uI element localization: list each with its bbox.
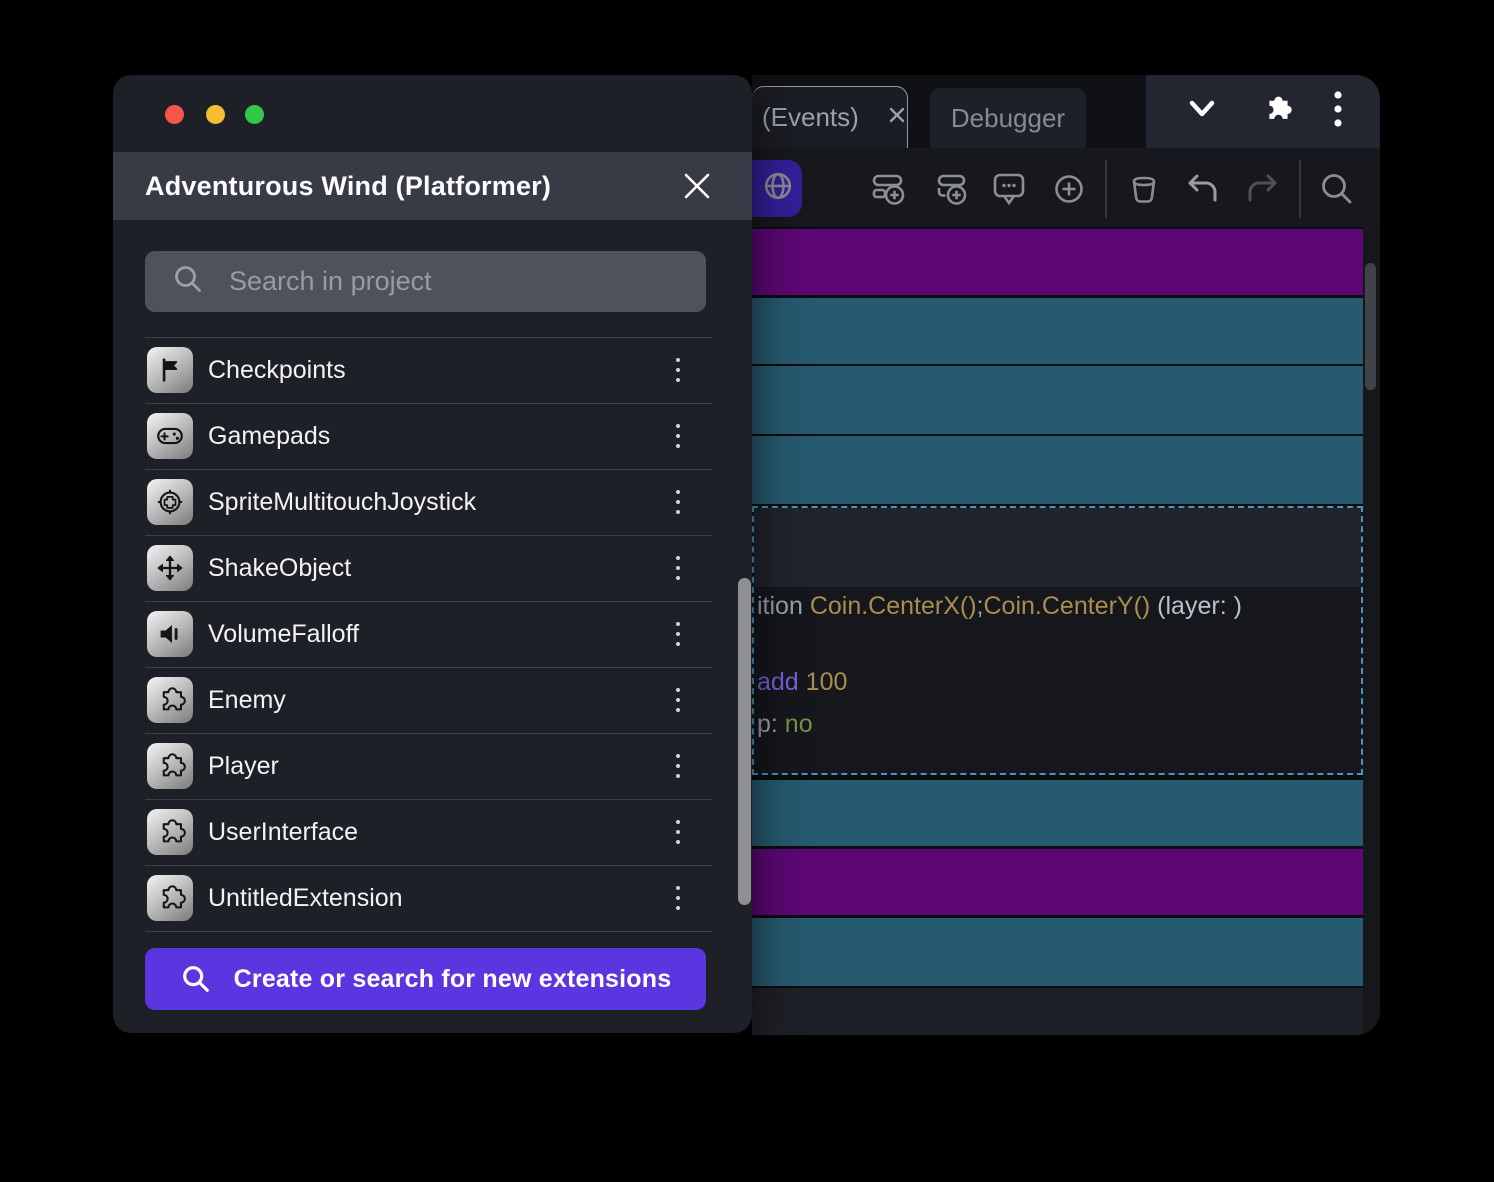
item-menu-button[interactable] bbox=[658, 812, 698, 852]
close-icon[interactable] bbox=[680, 169, 714, 203]
events-toolbar bbox=[752, 148, 1380, 230]
list-item-label: Player bbox=[208, 751, 279, 780]
list-item-shakeobject[interactable]: ShakeObject bbox=[113, 535, 752, 601]
traffic-minimize-button[interactable] bbox=[206, 105, 225, 124]
editor-window: (Events) Debugger ition Coin.CenterX();C… bbox=[752, 75, 1380, 1035]
search-input[interactable] bbox=[227, 265, 706, 298]
toolbar-toggle-button[interactable] bbox=[752, 160, 802, 217]
event-action-text: add 100 bbox=[757, 668, 848, 696]
divider bbox=[145, 931, 712, 932]
search-icon bbox=[171, 262, 205, 301]
list-item-untitledextension[interactable]: UntitledExtension bbox=[113, 865, 752, 932]
selected-event-block[interactable]: ition Coin.CenterX();Coin.CenterY() (lay… bbox=[752, 506, 1363, 775]
list-item-checkpoints[interactable]: Checkpoints bbox=[113, 337, 752, 403]
event-row[interactable] bbox=[752, 918, 1363, 986]
puzzle-icon bbox=[147, 809, 193, 855]
tab-bar: (Events) Debugger bbox=[752, 75, 1380, 148]
traffic-close-button[interactable] bbox=[165, 105, 184, 124]
item-menu-button[interactable] bbox=[658, 482, 698, 522]
event-row[interactable] bbox=[752, 849, 1363, 915]
event-row[interactable] bbox=[752, 298, 1363, 364]
add-subevent-button[interactable] bbox=[929, 166, 975, 212]
event-condition-text: ition Coin.CenterX();Coin.CenterY() (lay… bbox=[757, 592, 1242, 620]
search-icon bbox=[180, 963, 212, 995]
joystick-icon bbox=[147, 479, 193, 525]
list-item-label: VolumeFalloff bbox=[208, 619, 360, 648]
list-item-enemy[interactable]: Enemy bbox=[113, 667, 752, 733]
search-events-button[interactable] bbox=[1314, 166, 1360, 212]
extensions-list: Checkpoints Gamepads SpriteMultitouchJoy… bbox=[113, 337, 752, 932]
list-item-label: Gamepads bbox=[208, 421, 331, 450]
list-item-userinterface[interactable]: UserInterface bbox=[113, 799, 752, 865]
chevron-down-icon[interactable] bbox=[1182, 95, 1222, 128]
dialog-scrollbar-thumb[interactable] bbox=[738, 578, 751, 905]
speaker-icon bbox=[147, 611, 193, 657]
undo-button[interactable] bbox=[1180, 166, 1226, 212]
trash-button[interactable] bbox=[1121, 166, 1167, 212]
item-menu-button[interactable] bbox=[658, 548, 698, 588]
event-row[interactable] bbox=[752, 436, 1363, 504]
item-menu-button[interactable] bbox=[658, 416, 698, 456]
list-item-volumefalloff[interactable]: VolumeFalloff bbox=[113, 601, 752, 667]
events-scrollbar-thumb[interactable] bbox=[1365, 263, 1376, 390]
tab-debugger-label: Debugger bbox=[950, 102, 1066, 133]
add-event-button[interactable] bbox=[866, 166, 912, 212]
flag-icon bbox=[147, 347, 193, 393]
add-comment-button[interactable] bbox=[986, 166, 1032, 212]
gamepad-icon bbox=[147, 413, 193, 459]
tab-events-label: (Events) bbox=[762, 102, 859, 132]
search-box bbox=[145, 251, 706, 312]
puzzle-icon[interactable] bbox=[1257, 90, 1295, 133]
event-row[interactable] bbox=[752, 366, 1363, 434]
toolbar-divider bbox=[1105, 160, 1107, 218]
list-item-label: UserInterface bbox=[208, 817, 359, 846]
toolbar-divider bbox=[1299, 160, 1301, 218]
event-row[interactable] bbox=[752, 229, 1363, 295]
event-row[interactable] bbox=[752, 780, 1363, 846]
list-item-label: Enemy bbox=[208, 685, 286, 714]
selected-event-header bbox=[754, 508, 1361, 587]
tab-events[interactable]: (Events) bbox=[752, 86, 908, 148]
create-extension-label: Create or search for new extensions bbox=[233, 964, 672, 993]
window-header-actions bbox=[1146, 75, 1380, 148]
redo-button[interactable] bbox=[1239, 166, 1285, 212]
move-arrows-icon bbox=[147, 545, 193, 591]
dialog-title: Adventurous Wind (Platformer) bbox=[145, 170, 552, 201]
list-item-player[interactable]: Player bbox=[113, 733, 752, 799]
tab-debugger[interactable]: Debugger bbox=[930, 88, 1086, 148]
item-menu-button[interactable] bbox=[658, 746, 698, 786]
events-sheet: ition Coin.CenterX();Coin.CenterY() (lay… bbox=[752, 227, 1363, 988]
list-item-label: Checkpoints bbox=[208, 355, 346, 384]
tab-close-icon[interactable] bbox=[885, 103, 909, 132]
list-item-gamepads[interactable]: Gamepads bbox=[113, 403, 752, 469]
extensions-dialog: Adventurous Wind (Platformer) Checkpoint… bbox=[113, 75, 752, 1033]
traffic-zoom-button[interactable] bbox=[245, 105, 264, 124]
create-extension-button[interactable]: Create or search for new extensions bbox=[145, 948, 706, 1010]
add-circle-button[interactable] bbox=[1046, 166, 1092, 212]
item-menu-button[interactable] bbox=[658, 614, 698, 654]
puzzle-icon bbox=[147, 677, 193, 723]
list-item-spritemultitouchjoystick[interactable]: SpriteMultitouchJoystick bbox=[113, 469, 752, 535]
puzzle-icon bbox=[147, 743, 193, 789]
dialog-header: Adventurous Wind (Platformer) bbox=[113, 152, 752, 220]
puzzle-icon bbox=[147, 875, 193, 921]
item-menu-button[interactable] bbox=[658, 680, 698, 720]
list-item-label: SpriteMultitouchJoystick bbox=[208, 487, 477, 516]
list-item-label: ShakeObject bbox=[208, 553, 352, 582]
item-menu-button[interactable] bbox=[658, 350, 698, 390]
globe-icon bbox=[758, 166, 798, 211]
kebab-menu-icon[interactable] bbox=[1331, 87, 1345, 136]
item-menu-button[interactable] bbox=[658, 878, 698, 918]
list-item-label: UntitledExtension bbox=[208, 883, 403, 912]
event-action-text: p: no bbox=[757, 710, 813, 738]
